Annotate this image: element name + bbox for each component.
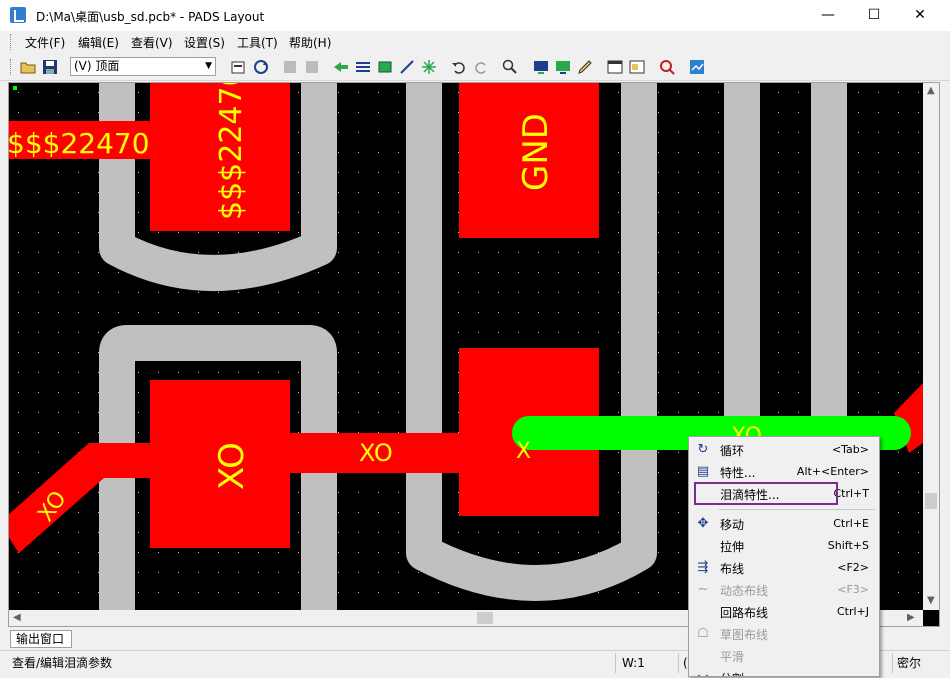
menu-tools[interactable]: 工具(T) — [237, 34, 278, 51]
status-units: 密尔 — [897, 656, 922, 670]
split-icon: ⊶ — [695, 670, 711, 676]
net-label-vertical: $$$22470 — [214, 83, 249, 220]
vertical-scrollbar[interactable]: ▲ ▼ — [923, 83, 939, 610]
toolbar-grip — [10, 59, 13, 75]
sketch-route-icon: ☖ — [697, 626, 709, 641]
menu-item-loop-route[interactable]: 回路布线 Ctrl+J — [689, 601, 879, 623]
window-icon[interactable] — [607, 59, 623, 75]
vertical-scroll-thumb[interactable] — [925, 493, 937, 509]
menu-file[interactable]: 文件(F) — [25, 34, 65, 51]
context-menu: ↻ 循环 <Tab> ▤ 特性... Alt+<Enter> 泪滴特性... C… — [688, 436, 880, 677]
net-label-top-left: $$$22470 — [9, 127, 150, 160]
xo-partial-label: X — [516, 439, 531, 464]
cycle-icon: ↻ — [697, 442, 709, 457]
view-icon[interactable] — [555, 59, 571, 75]
menu-edit[interactable]: 编辑(E) — [78, 34, 119, 51]
title-bar: D:\Ma\桌面\usb_sd.pcb* - PADS Layout — ☐ ✕ — [0, 0, 950, 31]
status-divider — [678, 653, 679, 673]
menu-help[interactable]: 帮助(H) — [289, 34, 331, 51]
toolbar: (V) 顶面 ▼ — [0, 54, 950, 81]
menu-item-dynamic-route[interactable]: ∼ 动态布线 <F3> — [689, 579, 879, 601]
status-width: W:1 — [622, 656, 645, 670]
zoom-icon[interactable] — [502, 59, 518, 75]
menu-bar: 文件(F) 编辑(E) 查看(V) 设置(S) 工具(T) 帮助(H) — [0, 31, 950, 53]
view-icon[interactable] — [533, 59, 549, 75]
status-partial: ( — [683, 656, 688, 670]
route-icon: ⇶ — [697, 560, 709, 575]
xo-trace-label: XO — [359, 439, 393, 467]
close-button[interactable]: ✕ — [897, 0, 943, 31]
layer-select-value: (V) 顶面 — [74, 59, 120, 73]
scroll-right-icon[interactable]: ▶ — [907, 612, 915, 623]
maximize-button[interactable]: ☐ — [851, 0, 897, 31]
undo-icon[interactable] — [451, 59, 467, 75]
grid-icon[interactable] — [421, 59, 437, 75]
dynamic-route-icon: ∼ — [697, 582, 709, 597]
open-icon[interactable] — [20, 59, 36, 75]
net-icon[interactable] — [355, 59, 371, 75]
help-icon[interactable] — [689, 59, 705, 75]
menu-item-split[interactable]: ⊶ 分割 — [689, 667, 879, 676]
scroll-down-icon[interactable]: ▼ — [927, 595, 935, 606]
window-title: D:\Ma\桌面\usb_sd.pcb* - PADS Layout — [36, 10, 265, 24]
menu-item-properties[interactable]: ▤ 特性... Alt+<Enter> — [689, 461, 879, 483]
move-icon: ✥ — [697, 516, 709, 531]
gnd-label: GND — [516, 113, 556, 191]
xo-pad-label: XO — [212, 442, 252, 490]
layer-select[interactable]: (V) 顶面 ▼ — [70, 57, 216, 76]
output-window-tab[interactable]: 输出窗口 — [10, 630, 72, 648]
teardrop-highlight-box — [694, 482, 838, 505]
menu-item-move[interactable]: ✥ 移动 Ctrl+E — [689, 513, 879, 535]
component-icon[interactable] — [377, 59, 393, 75]
redo-icon[interactable] — [473, 59, 489, 75]
menu-item-sketch-route[interactable]: ☖ 草图布线 — [689, 623, 879, 645]
save-icon[interactable] — [42, 59, 58, 75]
disabled-icon — [284, 61, 296, 73]
menu-separator — [719, 509, 875, 510]
menu-item-route[interactable]: ⇶ 布线 <F2> — [689, 557, 879, 579]
scroll-left-icon[interactable]: ◀ — [13, 612, 21, 623]
tool-icon[interactable] — [659, 59, 675, 75]
menu-item-stretch[interactable]: 拉伸 Shift+S — [689, 535, 879, 557]
scroll-up-icon[interactable]: ▲ — [927, 85, 935, 96]
menu-setup[interactable]: 设置(S) — [184, 34, 225, 51]
line-icon[interactable] — [399, 59, 415, 75]
horizontal-scroll-thumb[interactable] — [477, 612, 493, 624]
properties-icon[interactable] — [230, 59, 246, 75]
minimize-button[interactable]: — — [805, 0, 851, 31]
pen-icon[interactable] — [577, 59, 593, 75]
route-icon[interactable] — [333, 59, 349, 75]
menu-grip — [10, 34, 13, 50]
status-divider — [615, 653, 616, 673]
refresh-icon[interactable] — [253, 59, 269, 75]
menu-item-smooth[interactable]: 平滑 — [689, 645, 879, 667]
origin-marker — [13, 86, 17, 90]
menu-item-cycle[interactable]: ↻ 循环 <Tab> — [689, 439, 879, 461]
chevron-down-icon: ▼ — [205, 61, 212, 71]
menu-view[interactable]: 查看(V) — [131, 34, 173, 51]
window-icon[interactable] — [629, 59, 645, 75]
status-message: 查看/编辑泪滴参数 — [12, 656, 113, 670]
properties-icon: ▤ — [696, 464, 710, 479]
pads-app-icon — [10, 7, 26, 23]
status-divider — [892, 653, 893, 673]
disabled-icon — [306, 61, 318, 73]
